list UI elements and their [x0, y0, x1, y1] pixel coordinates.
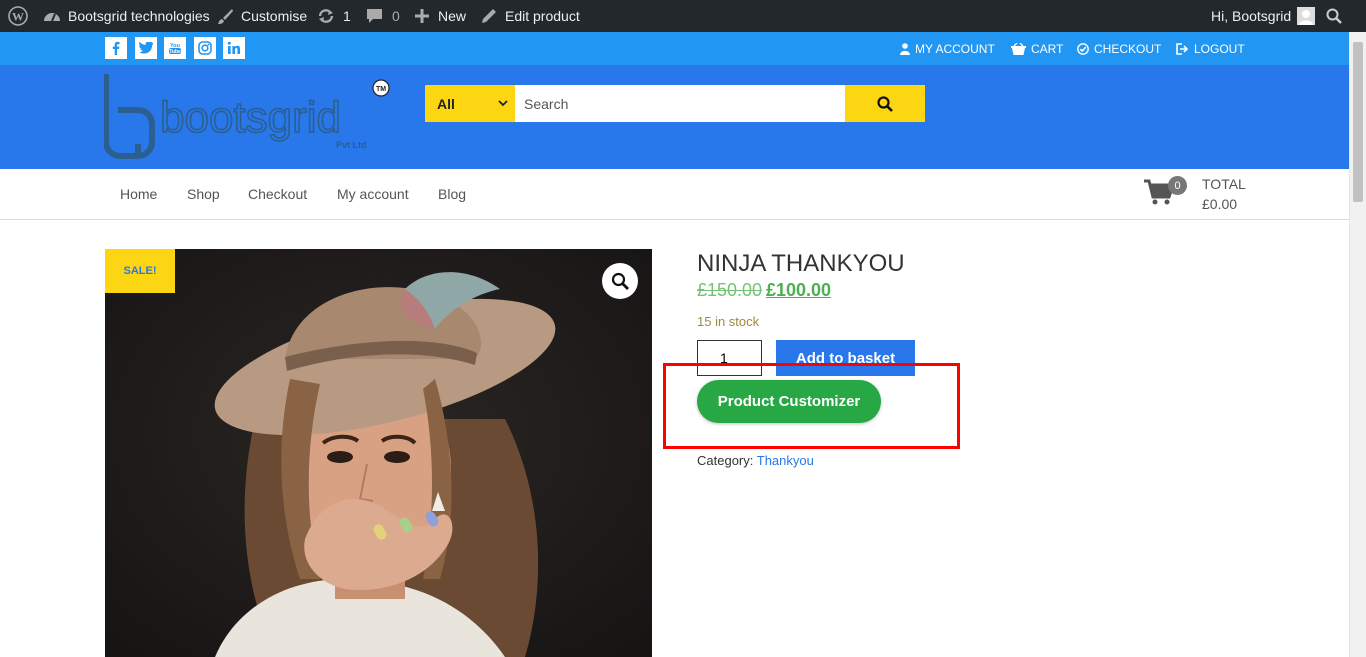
main-navigation: Home Shop Checkout My account Blog — [0, 169, 1349, 220]
youtube-icon[interactable]: You Tube — [164, 37, 186, 59]
product-image[interactable] — [105, 249, 652, 657]
facebook-icon[interactable] — [105, 37, 127, 59]
refresh-icon — [318, 9, 334, 23]
sale-badge: SALE! — [105, 249, 175, 293]
comment-icon — [367, 9, 382, 23]
svg-text:W: W — [12, 10, 24, 24]
new-link[interactable]: New — [415, 0, 466, 32]
site-name-link[interactable]: Bootsgrid technologies — [43, 0, 210, 32]
user-icon — [900, 42, 910, 55]
checkout-link[interactable]: CHECKOUT — [1077, 32, 1161, 65]
search-icon — [877, 95, 893, 112]
scrollbar-thumb[interactable] — [1353, 42, 1363, 202]
nav-item-my-account[interactable]: My account — [337, 169, 409, 219]
category-label: Category: — [697, 453, 754, 468]
magnifier-icon — [611, 272, 629, 290]
cart-total-label: TOTAL — [1202, 176, 1246, 192]
updates-link[interactable]: 1 — [317, 0, 351, 32]
nav-item-checkout[interactable]: Checkout — [248, 169, 307, 219]
highlight-annotation-box — [663, 363, 960, 449]
logo-trademark: TM — [376, 86, 386, 93]
search-input[interactable] — [515, 85, 845, 122]
category-link[interactable]: Thankyou — [757, 453, 814, 468]
logo-wordmark: bootsgrid — [160, 93, 341, 142]
top-strip: You Tube MY ACCOUNT CART CHECKOUT LOGOUT — [0, 32, 1349, 65]
edit-product-link[interactable]: Edit product — [481, 0, 580, 32]
logout-label: LOGOUT — [1194, 41, 1245, 56]
product-title: NINJA THANKYOU — [697, 250, 905, 277]
plus-icon — [415, 9, 429, 23]
admin-search-icon[interactable] — [1326, 0, 1342, 32]
site-header: bootsgrid Pvt Ltd TM All — [0, 65, 1349, 169]
search-category-value: All — [437, 95, 455, 112]
comments-link[interactable]: 0 — [366, 0, 400, 32]
customise-link[interactable]: Customise — [217, 0, 307, 32]
linkedin-icon[interactable] — [223, 37, 245, 59]
wordpress-logo-icon[interactable]: W — [8, 0, 28, 32]
edit-product-label: Edit product — [505, 8, 580, 24]
user-account-menu[interactable]: Hi, Bootsgrid — [1211, 0, 1316, 32]
basket-icon — [1011, 42, 1026, 55]
price-sale: £100.00 — [766, 280, 832, 300]
instagram-icon[interactable] — [194, 37, 216, 59]
cart-label: CART — [1031, 41, 1064, 56]
search-category-select[interactable]: All — [425, 85, 515, 122]
nav-item-home[interactable]: Home — [120, 169, 157, 219]
twitter-icon[interactable] — [135, 37, 157, 59]
cart-count-badge: 0 — [1168, 176, 1187, 195]
brush-icon — [218, 8, 233, 24]
product-photo — [105, 249, 652, 657]
check-circle-icon — [1077, 42, 1089, 55]
stock-status: 15 in stock — [697, 314, 760, 329]
product-category: Category: Thankyou — [697, 453, 814, 468]
dashboard-icon — [44, 13, 60, 22]
svg-text:Tube: Tube — [169, 49, 181, 55]
chevron-down-icon — [498, 100, 508, 107]
logo-subtitle: Pvt Ltd — [336, 140, 367, 150]
sign-out-icon — [1176, 42, 1189, 55]
comments-count: 0 — [392, 8, 400, 24]
search-button[interactable] — [845, 85, 925, 122]
page-scrollbar[interactable] — [1349, 32, 1366, 657]
nav-item-shop[interactable]: Shop — [187, 169, 220, 219]
admin-bar: W Bootsgrid technologies Customise 1 0 N… — [0, 0, 1366, 32]
avatar — [1297, 7, 1316, 25]
nav-item-blog[interactable]: Blog — [438, 169, 466, 219]
user-greeting: Hi, Bootsgrid — [1211, 8, 1292, 24]
checkout-label: CHECKOUT — [1094, 41, 1162, 56]
site-name: Bootsgrid technologies — [68, 8, 210, 24]
my-account-link[interactable]: MY ACCOUNT — [900, 32, 995, 65]
cart-link[interactable]: CART — [1011, 32, 1063, 65]
updates-count: 1 — [343, 8, 351, 24]
site-logo[interactable]: bootsgrid Pvt Ltd TM — [104, 72, 394, 162]
customise-label: Customise — [241, 8, 308, 24]
pencil-icon — [482, 9, 496, 23]
cart-total-value: £0.00 — [1202, 196, 1238, 212]
price-original: £150.00 — [697, 280, 763, 300]
my-account-label: MY ACCOUNT — [915, 41, 995, 56]
new-label: New — [438, 8, 467, 24]
logout-link[interactable]: LOGOUT — [1176, 32, 1245, 65]
zoom-button[interactable] — [602, 263, 638, 299]
